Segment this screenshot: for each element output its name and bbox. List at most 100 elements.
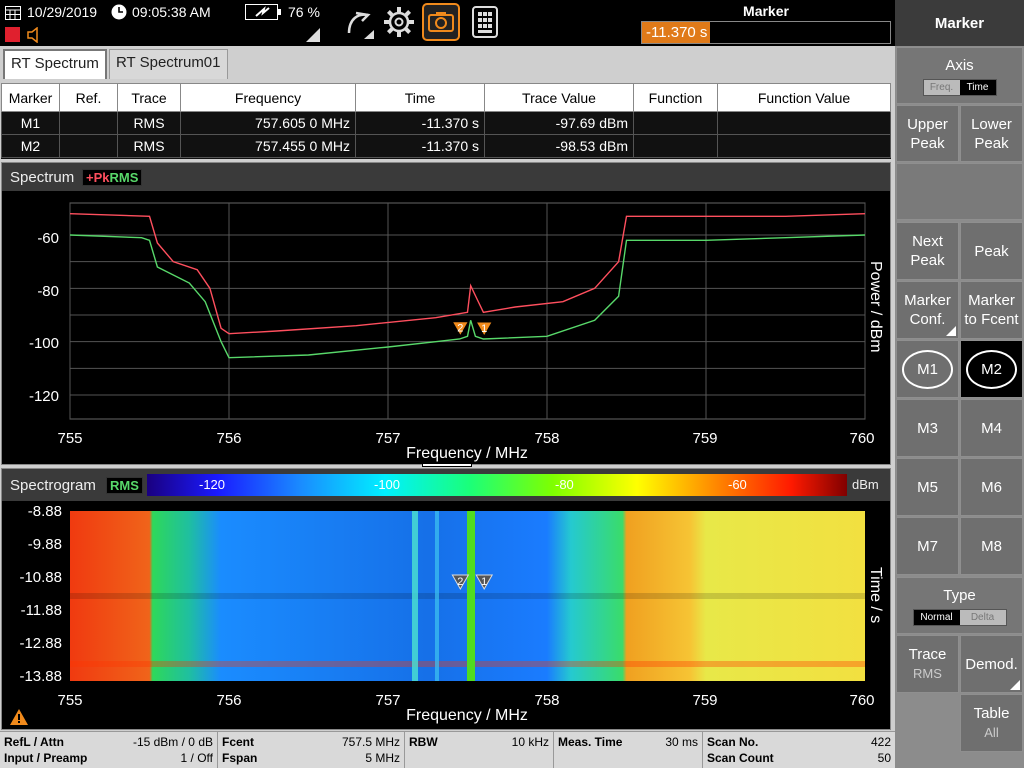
type-delta-option[interactable]: Delta	[959, 609, 1006, 625]
next-peak-button[interactable]: Next Peak	[896, 222, 959, 280]
peak-button[interactable]: Peak	[960, 222, 1023, 280]
ytick: -11.88	[21, 602, 62, 619]
splitter-handle[interactable]	[422, 463, 472, 467]
button-label: Upper	[907, 115, 948, 133]
marker-m7-button[interactable]: M7	[896, 517, 959, 575]
button-label: Table	[973, 705, 1010, 722]
col-marker: Marker	[1, 83, 60, 112]
status-value: 5 MHz	[365, 751, 400, 765]
col-frequency: Frequency	[180, 83, 356, 112]
status-key: Input / Preamp	[4, 751, 88, 765]
xtick: 757	[375, 430, 400, 447]
axis-label: Axis	[945, 56, 974, 74]
type-normal-option[interactable]: Normal	[913, 609, 960, 625]
marker-m6-button[interactable]: M6	[960, 458, 1023, 516]
record-indicator[interactable]	[5, 27, 20, 42]
screenshot-button[interactable]	[422, 3, 460, 41]
lower-peak-button[interactable]: Lower Peak	[960, 105, 1023, 162]
marker-m8-button[interactable]: M8	[960, 517, 1023, 575]
status-value: 30 ms	[665, 735, 698, 749]
xtick: 755	[57, 692, 82, 709]
xtick: 760	[849, 692, 874, 709]
keypad-icon	[472, 6, 498, 38]
marker-to-fcent-button[interactable]: Marker to Fcent	[960, 281, 1023, 339]
resize-corner-icon[interactable]	[306, 28, 320, 42]
button-label: Peak	[910, 134, 945, 152]
calendar-icon	[5, 6, 21, 20]
status-meas-cell[interactable]: Meas. Time 30 ms	[554, 732, 703, 768]
status-fcent-cell[interactable]: Fcent 757.5 MHz Fspan 5 MHz	[218, 732, 405, 768]
marker-m1-button[interactable]: M1	[896, 340, 959, 398]
status-key: Meas. Time	[558, 735, 623, 749]
softkey-sidebar: Marker Axis Freq. Time Upper Peak Lower …	[895, 0, 1024, 768]
axis-toggle[interactable]: Axis Freq. Time	[896, 47, 1023, 104]
spectrogram-carrier	[467, 511, 475, 681]
button-label: Peak	[910, 252, 945, 269]
button-label: M1	[917, 360, 938, 378]
cell-time: -11.370 s	[355, 134, 485, 158]
button-label: M5	[917, 478, 938, 496]
marker-m3-button[interactable]: M3	[896, 399, 959, 457]
status-rbw-cell[interactable]: RBW 10 kHz	[405, 732, 554, 768]
camera-icon	[428, 12, 454, 32]
marker-m5-button[interactable]: M5	[896, 458, 959, 516]
ytick: -13.88	[19, 668, 62, 685]
col-function: Function	[633, 83, 718, 112]
xtick: 760	[849, 430, 874, 447]
marker-readout-value: -11.370 s	[646, 24, 708, 41]
status-refl-cell[interactable]: RefL / Attn -15 dBm / 0 dB Input / Pream…	[0, 732, 218, 768]
date-label: 10/29/2019	[27, 4, 98, 20]
marker-m2-button[interactable]: M2	[960, 340, 1023, 398]
trace-button[interactable]: Trace RMS	[896, 635, 959, 693]
app-window: 10/29/2019 09:05:38 AM 76 % Marker -11.3…	[0, 0, 1024, 768]
button-label: M7	[917, 537, 938, 555]
spectrogram-xlabel: Frequency / MHz	[406, 707, 528, 724]
type-switch[interactable]: Normal Delta	[912, 608, 1007, 626]
button-label: Lower	[971, 115, 1012, 133]
axis-freq-option[interactable]: Freq.	[923, 79, 960, 95]
marker-readout-field[interactable]: -11.370 s	[641, 21, 891, 44]
marker-m4-button[interactable]: M4	[960, 399, 1023, 457]
marker-m1-ring: M1	[902, 349, 953, 389]
tab-rt-spectrum[interactable]: RT Spectrum	[3, 49, 107, 79]
cell-frequency: 757.605 0 MHz	[180, 111, 356, 135]
submenu-corner-icon	[946, 326, 956, 336]
color-scale-tick: -100	[374, 477, 401, 492]
spectrogram-title: Spectrogram	[10, 477, 96, 494]
top-bar: 10/29/2019 09:05:38 AM 76 % Marker -11.3…	[0, 0, 895, 46]
upper-peak-button[interactable]: Upper Peak	[896, 105, 959, 162]
status-value: 10 kHz	[511, 735, 549, 749]
cell-time: -11.370 s	[355, 111, 485, 135]
spectrogram-chart[interactable]: 1 2 -8.88 -9.88 -10.88 -11.88 -12.88 -13.…	[2, 501, 890, 729]
table-row[interactable]: M2 RMS 757.455 0 MHz -11.370 s -98.53 dB…	[1, 134, 891, 158]
demod-button[interactable]: Demod.	[960, 635, 1023, 693]
settings-button[interactable]	[380, 3, 418, 41]
keypad-button[interactable]	[466, 3, 504, 41]
button-label: Trace	[908, 646, 947, 663]
spectrogram-marker-2-label: 2	[457, 576, 463, 588]
preset-button[interactable]	[340, 3, 378, 41]
spectrum-chart[interactable]: 1 2 -60 -80 -100 -120 755 756 757 758 759…	[2, 191, 890, 464]
ytick: -8.88	[28, 503, 62, 520]
table-button[interactable]: Table All	[960, 694, 1023, 752]
type-toggle[interactable]: Type Normal Delta	[896, 577, 1023, 634]
ytick: -12.88	[19, 635, 62, 652]
marker-conf-button[interactable]: Marker Conf.	[896, 281, 959, 339]
button-label: M8	[981, 537, 1002, 555]
xtick: 757	[375, 692, 400, 709]
col-function-value: Function Value	[717, 83, 891, 112]
axis-time-option[interactable]: Time	[959, 79, 996, 95]
tab-rt-spectrum01[interactable]: RT Spectrum01	[109, 49, 228, 79]
gear-icon	[384, 7, 414, 37]
trace-legend[interactable]: +PkRMS	[82, 169, 143, 186]
table-row[interactable]: M1 RMS 757.605 0 MHz -11.370 s -97.69 dB…	[1, 111, 891, 135]
status-scan-cell[interactable]: Scan No. 422 Scan Count 50	[703, 732, 895, 768]
cell-frequency: 757.455 0 MHz	[180, 134, 356, 158]
warning-icon[interactable]	[10, 709, 28, 725]
status-bar: RefL / Attn -15 dBm / 0 dB Input / Pream…	[0, 731, 895, 768]
axis-switch[interactable]: Freq. Time	[922, 78, 997, 96]
status-key: Fcent	[222, 735, 255, 749]
ytick: -120	[29, 388, 59, 405]
speaker-muted-icon[interactable]	[26, 27, 42, 43]
button-label: M6	[981, 478, 1002, 496]
